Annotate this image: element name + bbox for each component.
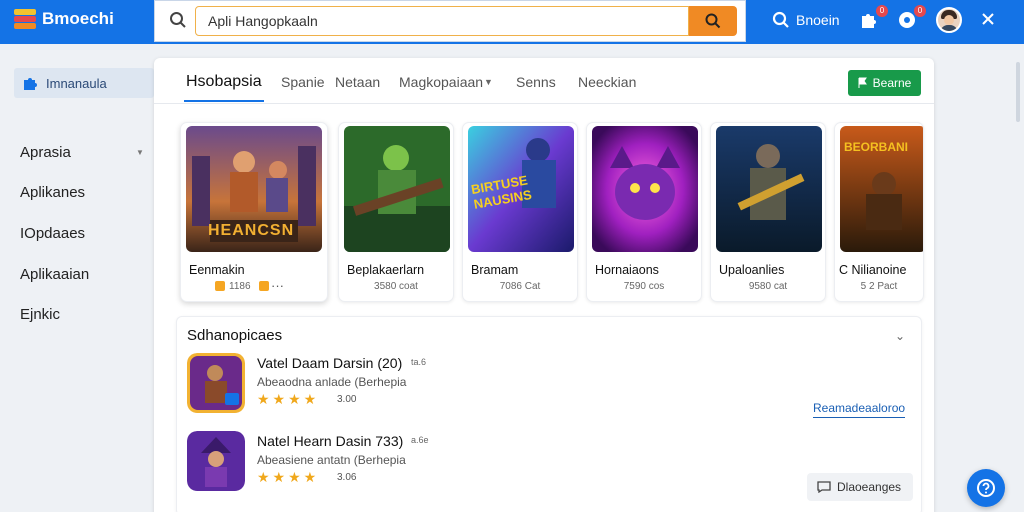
game-card-sub: 3580 coat bbox=[374, 281, 418, 292]
puzzle-icon bbox=[24, 78, 37, 90]
flag-icon bbox=[858, 77, 867, 88]
search-input[interactable] bbox=[195, 6, 689, 36]
chat-icon bbox=[817, 481, 831, 493]
game-art bbox=[716, 126, 822, 252]
search-bar bbox=[154, 0, 746, 42]
sidebar-item-5[interactable]: Ejnkic bbox=[20, 306, 60, 323]
user-avatar[interactable] bbox=[936, 7, 962, 33]
app-name: Bmoechi bbox=[42, 9, 114, 28]
game-card-title: Eenmakin bbox=[189, 263, 245, 277]
app-icon bbox=[187, 431, 245, 491]
game-card-sub: 9580 cat bbox=[748, 281, 788, 292]
tab-bar: Hsobapsia Spanie Netaan Magkopaiaan ▼ Se… bbox=[154, 58, 934, 104]
app-logo[interactable]: Bmoechi bbox=[14, 8, 114, 30]
tab-3[interactable]: Netaan bbox=[335, 74, 380, 90]
list-item[interactable]: Vatel Daam Darsin (20) ta.6 Abeaodna anl… bbox=[187, 353, 907, 423]
list-item-tag: ta.6 bbox=[411, 357, 427, 367]
header-search-button[interactable]: Bnoein bbox=[772, 11, 840, 29]
game-card[interactable]: Upaloanlies 9580 cat bbox=[710, 122, 826, 302]
game-art bbox=[344, 126, 450, 252]
search-icon bbox=[169, 11, 187, 34]
tab-2[interactable]: Spanie bbox=[281, 74, 325, 90]
alert-badge: 0 bbox=[914, 5, 926, 17]
rating-value: 3.00 bbox=[337, 394, 357, 405]
chevron-down-icon[interactable]: ▼ bbox=[484, 77, 493, 87]
game-card-sub: 7590 cos bbox=[623, 281, 665, 292]
chevron-down-icon[interactable]: ▼ bbox=[136, 148, 144, 157]
messages-label: Dlaoeanges bbox=[837, 480, 902, 494]
game-art-title: HEANCSN bbox=[208, 222, 295, 239]
primary-action-label: Bearne bbox=[872, 76, 912, 90]
help-icon bbox=[977, 479, 995, 497]
game-card[interactable]: BEORBANI C Nilianoine 5 2 Pact bbox=[834, 122, 924, 302]
rating-stars: ★★★★ bbox=[257, 469, 320, 485]
game-card[interactable]: Beplakaerlarn 3580 coat bbox=[338, 122, 454, 302]
list-item-description: Abeasiene antatn (Berhepia bbox=[257, 453, 406, 467]
sidebar-item-3[interactable]: IOpdaaes bbox=[20, 225, 85, 242]
tab-5[interactable]: Senns bbox=[516, 74, 556, 90]
list-item-title: Natel Hearn Dasin 733) bbox=[257, 433, 404, 449]
search-icon bbox=[772, 11, 789, 28]
rating-stars: ★★★★ bbox=[257, 391, 320, 407]
game-card-title: C Nilianoine bbox=[839, 263, 907, 277]
messages-button[interactable]: Dlaoeanges bbox=[807, 473, 913, 501]
search-submit-button[interactable] bbox=[689, 6, 737, 36]
game-card-sub: 7086 Cat bbox=[499, 281, 541, 292]
sidebar-item-2[interactable]: Aplikanes bbox=[20, 184, 85, 201]
rating-badge-icon bbox=[259, 281, 269, 291]
game-art-title: BEORBANI bbox=[844, 140, 909, 154]
list-item[interactable]: Natel Hearn Dasin 733) a.6e Abeasiene an… bbox=[187, 431, 907, 501]
game-art bbox=[592, 126, 698, 252]
close-icon[interactable] bbox=[980, 11, 996, 32]
active-tab-indicator bbox=[184, 100, 264, 102]
featured-cards: HEANCSN Eenmakin 1186 ··· Beplakaerlarn … bbox=[180, 122, 924, 302]
tab-1[interactable]: Hsobapsia bbox=[186, 73, 262, 91]
help-button[interactable] bbox=[967, 469, 1005, 507]
game-card[interactable]: HEANCSN Eenmakin 1186 ··· bbox=[180, 122, 328, 302]
game-card-title: Bramam bbox=[471, 263, 519, 277]
rating-badge-icon bbox=[215, 281, 225, 291]
top-bar: Bmoechi Bnoein 0 0 bbox=[0, 0, 1024, 44]
alerts-button[interactable]: 0 bbox=[896, 5, 926, 34]
rating-value: 3.06 bbox=[337, 472, 357, 483]
notification-badge: 0 bbox=[876, 5, 888, 17]
game-card-title: Hornaiaons bbox=[595, 263, 659, 277]
sidebar-active-label: Imnanaula bbox=[46, 75, 107, 91]
main-panel: Hsobapsia Spanie Netaan Magkopaiaan ▼ Se… bbox=[154, 58, 934, 512]
search-submit-icon bbox=[705, 13, 721, 29]
tab-6[interactable]: Neeckian bbox=[578, 74, 636, 90]
game-card-title: Upaloanlies bbox=[719, 263, 785, 277]
game-art: BIRTUSE NAUSINS bbox=[468, 126, 574, 252]
scrollbar[interactable] bbox=[1016, 62, 1020, 122]
logo-icon bbox=[14, 8, 36, 30]
game-art: BEORBANI bbox=[840, 126, 923, 252]
app-icon bbox=[187, 353, 245, 413]
list-item-title: Vatel Daam Darsin (20) bbox=[257, 355, 403, 371]
header-search-label: Bnoein bbox=[796, 12, 840, 28]
sidebar-item-active[interactable]: Imnanaula bbox=[14, 68, 154, 98]
sidebar: Imnanaula Aprasia ▼ Aplikanes IOpdaaes A… bbox=[0, 44, 154, 512]
primary-action-button[interactable]: Bearne bbox=[848, 70, 921, 96]
game-card-sub: 5 2 Pact bbox=[860, 281, 898, 292]
notifications-button[interactable]: 0 bbox=[858, 5, 888, 34]
app-list-section: Sdhanopicaes ⌄ Vatel Daam Darsin (20) ta… bbox=[176, 316, 922, 512]
more-icon[interactable]: ··· bbox=[271, 278, 284, 293]
sidebar-item-4[interactable]: Aplikaaian bbox=[20, 266, 89, 283]
game-card-title: Beplakaerlarn bbox=[347, 263, 425, 277]
tab-4[interactable]: Magkopaiaan bbox=[399, 74, 483, 90]
game-card[interactable]: Hornaiaons 7590 cos bbox=[586, 122, 702, 302]
game-card[interactable]: BIRTUSE NAUSINS Bramam 7086 Cat bbox=[462, 122, 578, 302]
game-art: HEANCSN bbox=[186, 126, 322, 252]
list-item-description: Abeaodna anlade (Berhepia bbox=[257, 375, 407, 389]
collapse-icon[interactable]: ⌄ bbox=[895, 329, 905, 343]
see-more-link[interactable]: Reamadeaaloroo bbox=[813, 401, 906, 418]
list-item-tag: a.6e bbox=[411, 435, 429, 445]
section-title: Sdhanopicaes bbox=[187, 327, 283, 344]
sidebar-item-1[interactable]: Aprasia bbox=[20, 144, 71, 161]
